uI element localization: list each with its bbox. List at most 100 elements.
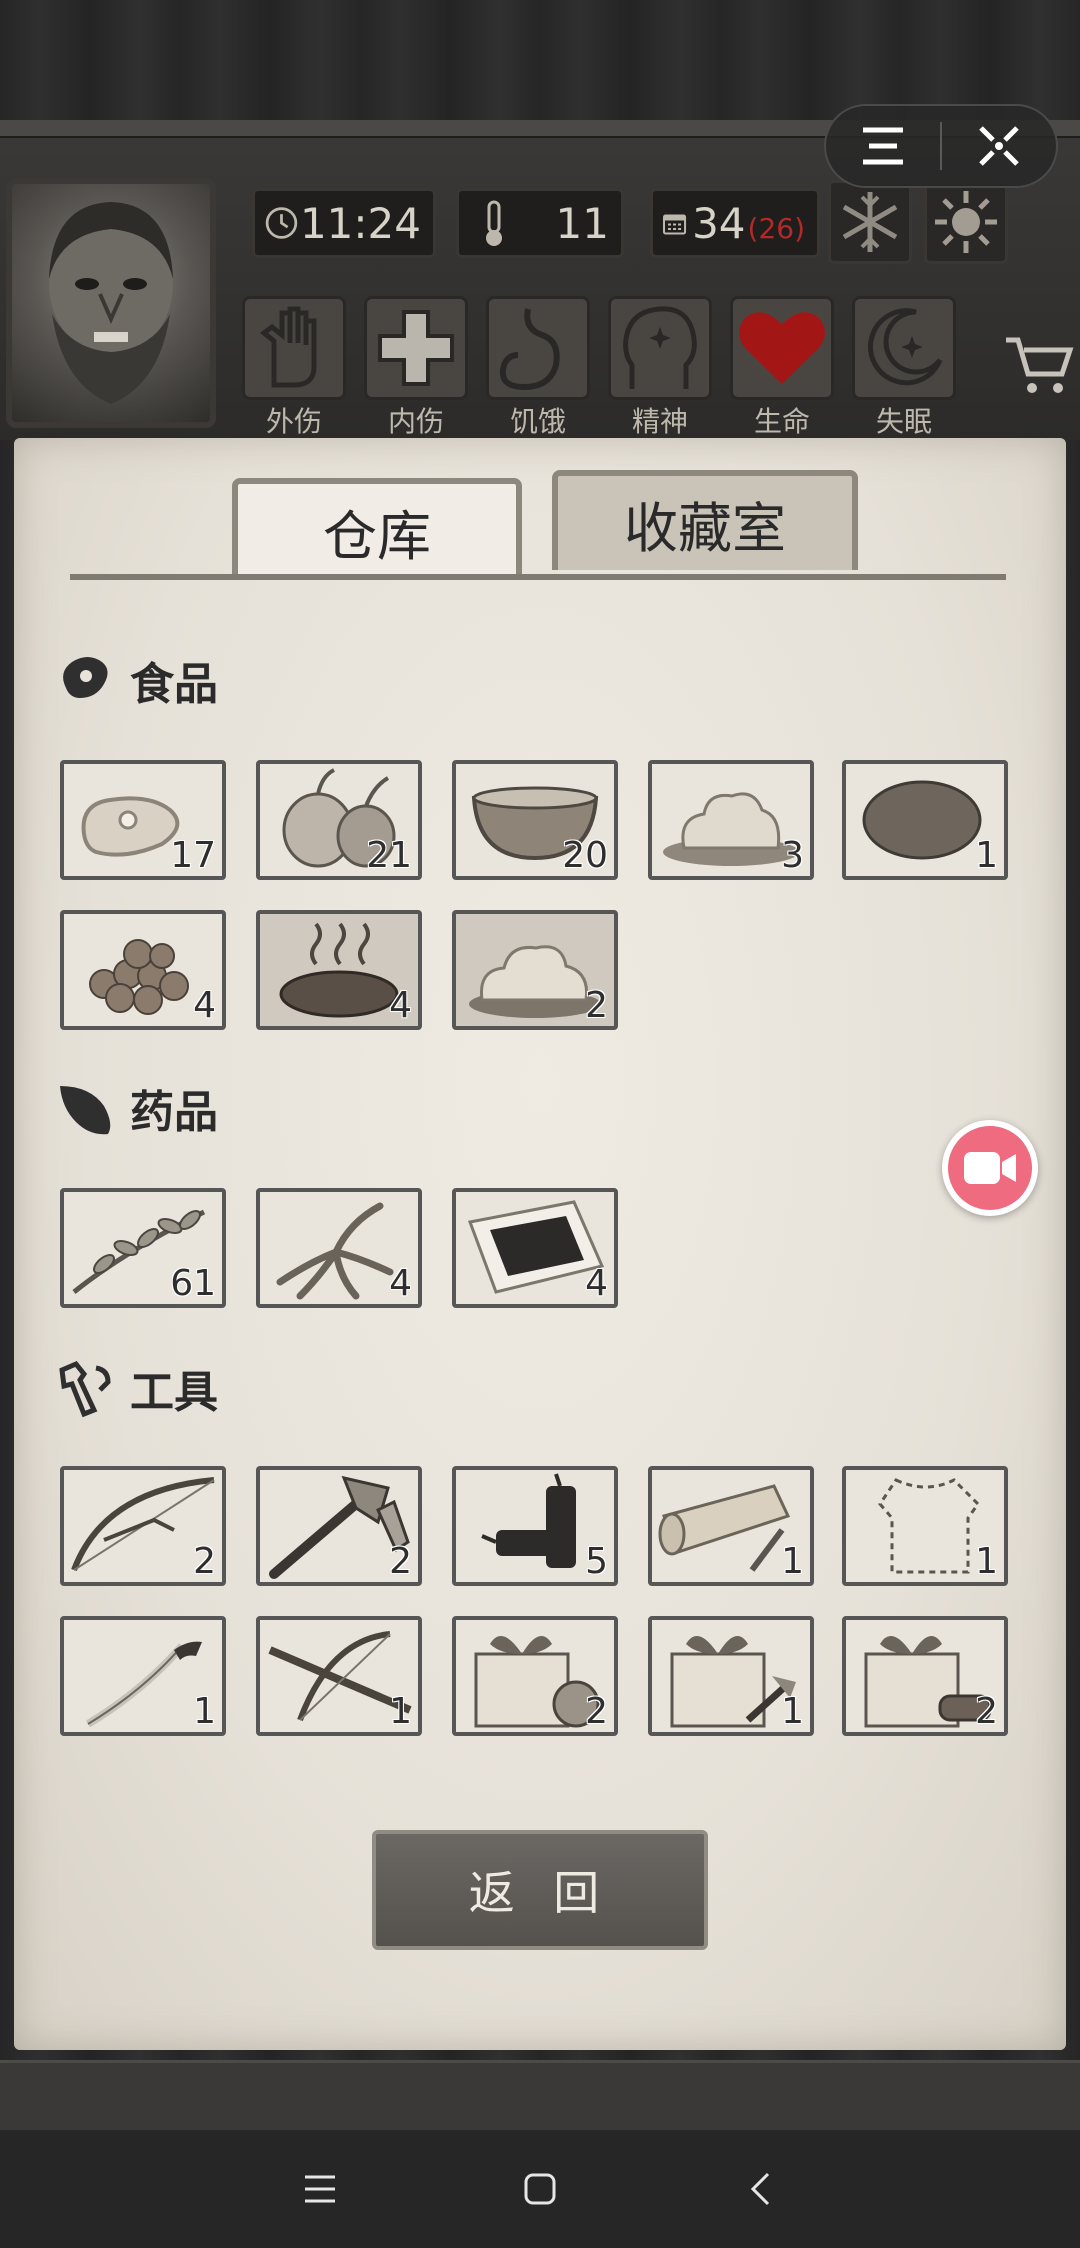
leaf-icon (60, 1086, 111, 1135)
item-saber[interactable]: 1 (60, 1616, 226, 1736)
item-count: 20 (562, 835, 608, 876)
day-sub-value: (26) (747, 211, 805, 245)
item-count: 2 (975, 1691, 998, 1732)
close-float-button[interactable] (942, 104, 1056, 188)
bottom-frame (0, 2060, 1080, 2130)
calendar-icon (663, 214, 687, 235)
item-count: 2 (585, 985, 608, 1026)
time-display: 11:24 (252, 188, 436, 258)
condition-insomnia[interactable]: 失眠 (852, 296, 956, 440)
tab-warehouse[interactable]: 仓库 (232, 478, 522, 578)
condition-label: 精神 (631, 405, 688, 438)
season-indicator (828, 180, 912, 264)
section-title-tools: 工具 (130, 1367, 218, 1418)
item-mashed-food[interactable]: 3 (648, 760, 814, 880)
item-raw-meat[interactable]: 17 (60, 760, 226, 880)
shopping-cart-icon (1006, 337, 1074, 393)
item-count: 4 (389, 985, 412, 1026)
nav-recents-button[interactable] (210, 2130, 430, 2248)
item-count: 1 (975, 1541, 998, 1582)
condition-health[interactable]: 生命 (730, 296, 834, 440)
item-ginseng-root[interactable]: 4 (256, 1188, 422, 1308)
item-herb-branch[interactable]: 61 (60, 1188, 226, 1308)
condition-label: 饥饿 (509, 405, 566, 438)
item-bow[interactable]: 2 (60, 1466, 226, 1586)
item-firecracker[interactable]: 5 (452, 1466, 618, 1586)
section-title-medicine: 药品 (130, 1087, 218, 1138)
item-plaster-patch[interactable]: 4 (452, 1188, 618, 1308)
item-berries[interactable]: 4 (60, 910, 226, 1030)
bandaged-hand-icon (242, 296, 346, 400)
floating-menu (824, 104, 1058, 188)
weather-indicator (924, 180, 1008, 264)
item-count: 2 (193, 1541, 216, 1582)
clock-icon (265, 207, 298, 239)
item-axe[interactable]: 2 (256, 1466, 422, 1586)
meat-icon (63, 657, 108, 698)
item-count: 21 (366, 835, 412, 876)
day-display: 34(26) (650, 188, 820, 258)
caveman-face-icon (49, 202, 173, 404)
item-gift-box-tools[interactable]: 1 (648, 1616, 814, 1736)
heart-icon (730, 296, 834, 400)
section-title-food: 食品 (130, 659, 218, 710)
item-count: 1 (781, 1541, 804, 1582)
item-onion[interactable]: 21 (256, 760, 422, 880)
shop-button[interactable] (1004, 334, 1074, 398)
item-porridge[interactable]: 20 (452, 760, 618, 880)
condition-hunger[interactable]: 饥饿 (486, 296, 590, 440)
sun-icon (935, 191, 997, 253)
item-potato[interactable]: 1 (842, 760, 1008, 880)
item-count: 4 (193, 985, 216, 1026)
condition-external-injury[interactable]: 外伤 (242, 296, 346, 440)
item-count: 4 (585, 1263, 608, 1304)
item-flashlight[interactable]: 1 (648, 1466, 814, 1586)
time-value: 11:24 (299, 198, 421, 248)
condition-spirit[interactable]: 精神 (608, 296, 712, 440)
character-portrait[interactable] (6, 178, 216, 428)
wrench-icon (59, 1360, 111, 1418)
item-count: 1 (781, 1691, 804, 1732)
collapse-icon (979, 126, 1019, 166)
condition-internal-injury[interactable]: 内伤 (364, 296, 468, 440)
item-count: 5 (585, 1541, 608, 1582)
item-gift-box-food[interactable]: 2 (452, 1616, 618, 1736)
home-square-icon (524, 2173, 556, 2205)
item-count: 1 (193, 1691, 216, 1732)
item-cooked-steak[interactable]: 4 (256, 910, 422, 1030)
item-count: 4 (389, 1263, 412, 1304)
item-cooked-dish[interactable]: 2 (452, 910, 618, 1030)
system-navigation-bar (0, 2130, 1080, 2248)
condition-label: 外伤 (265, 405, 322, 438)
temperature-display: 11 (456, 188, 624, 258)
condition-label: 失眠 (875, 405, 932, 438)
screen-record-button[interactable] (942, 1120, 1038, 1216)
item-count: 3 (781, 835, 804, 876)
item-clothing[interactable]: 1 (842, 1466, 1008, 1586)
head-sparkle-icon (608, 296, 712, 400)
item-count: 2 (389, 1541, 412, 1582)
snowflake-icon (842, 192, 898, 252)
item-crossbow[interactable]: 1 (256, 1616, 422, 1736)
nav-home-button[interactable] (430, 2130, 650, 2248)
cross-icon (364, 296, 468, 400)
return-button[interactable]: 返 回 (372, 1830, 708, 1950)
condition-label: 生命 (753, 405, 810, 438)
recents-menu-icon (305, 2175, 335, 2203)
item-count: 2 (585, 1691, 608, 1732)
day-value: 34 (692, 198, 746, 248)
tab-collection[interactable]: 收藏室 (552, 470, 858, 570)
item-gift-box-wood[interactable]: 2 (842, 1616, 1008, 1736)
back-chevron-icon (750, 2172, 770, 2206)
nav-back-button[interactable] (650, 2130, 870, 2248)
moon-icon (852, 296, 956, 400)
hamburger-menu-icon (863, 127, 904, 165)
menu-button[interactable] (826, 104, 940, 188)
temperature-value: 11 (555, 198, 609, 248)
tab-underline (70, 574, 1006, 580)
item-count: 1 (389, 1691, 412, 1732)
stomach-icon (486, 296, 590, 400)
item-count: 61 (170, 1263, 216, 1304)
item-count: 1 (975, 835, 998, 876)
top-wood-strip (0, 0, 1080, 120)
